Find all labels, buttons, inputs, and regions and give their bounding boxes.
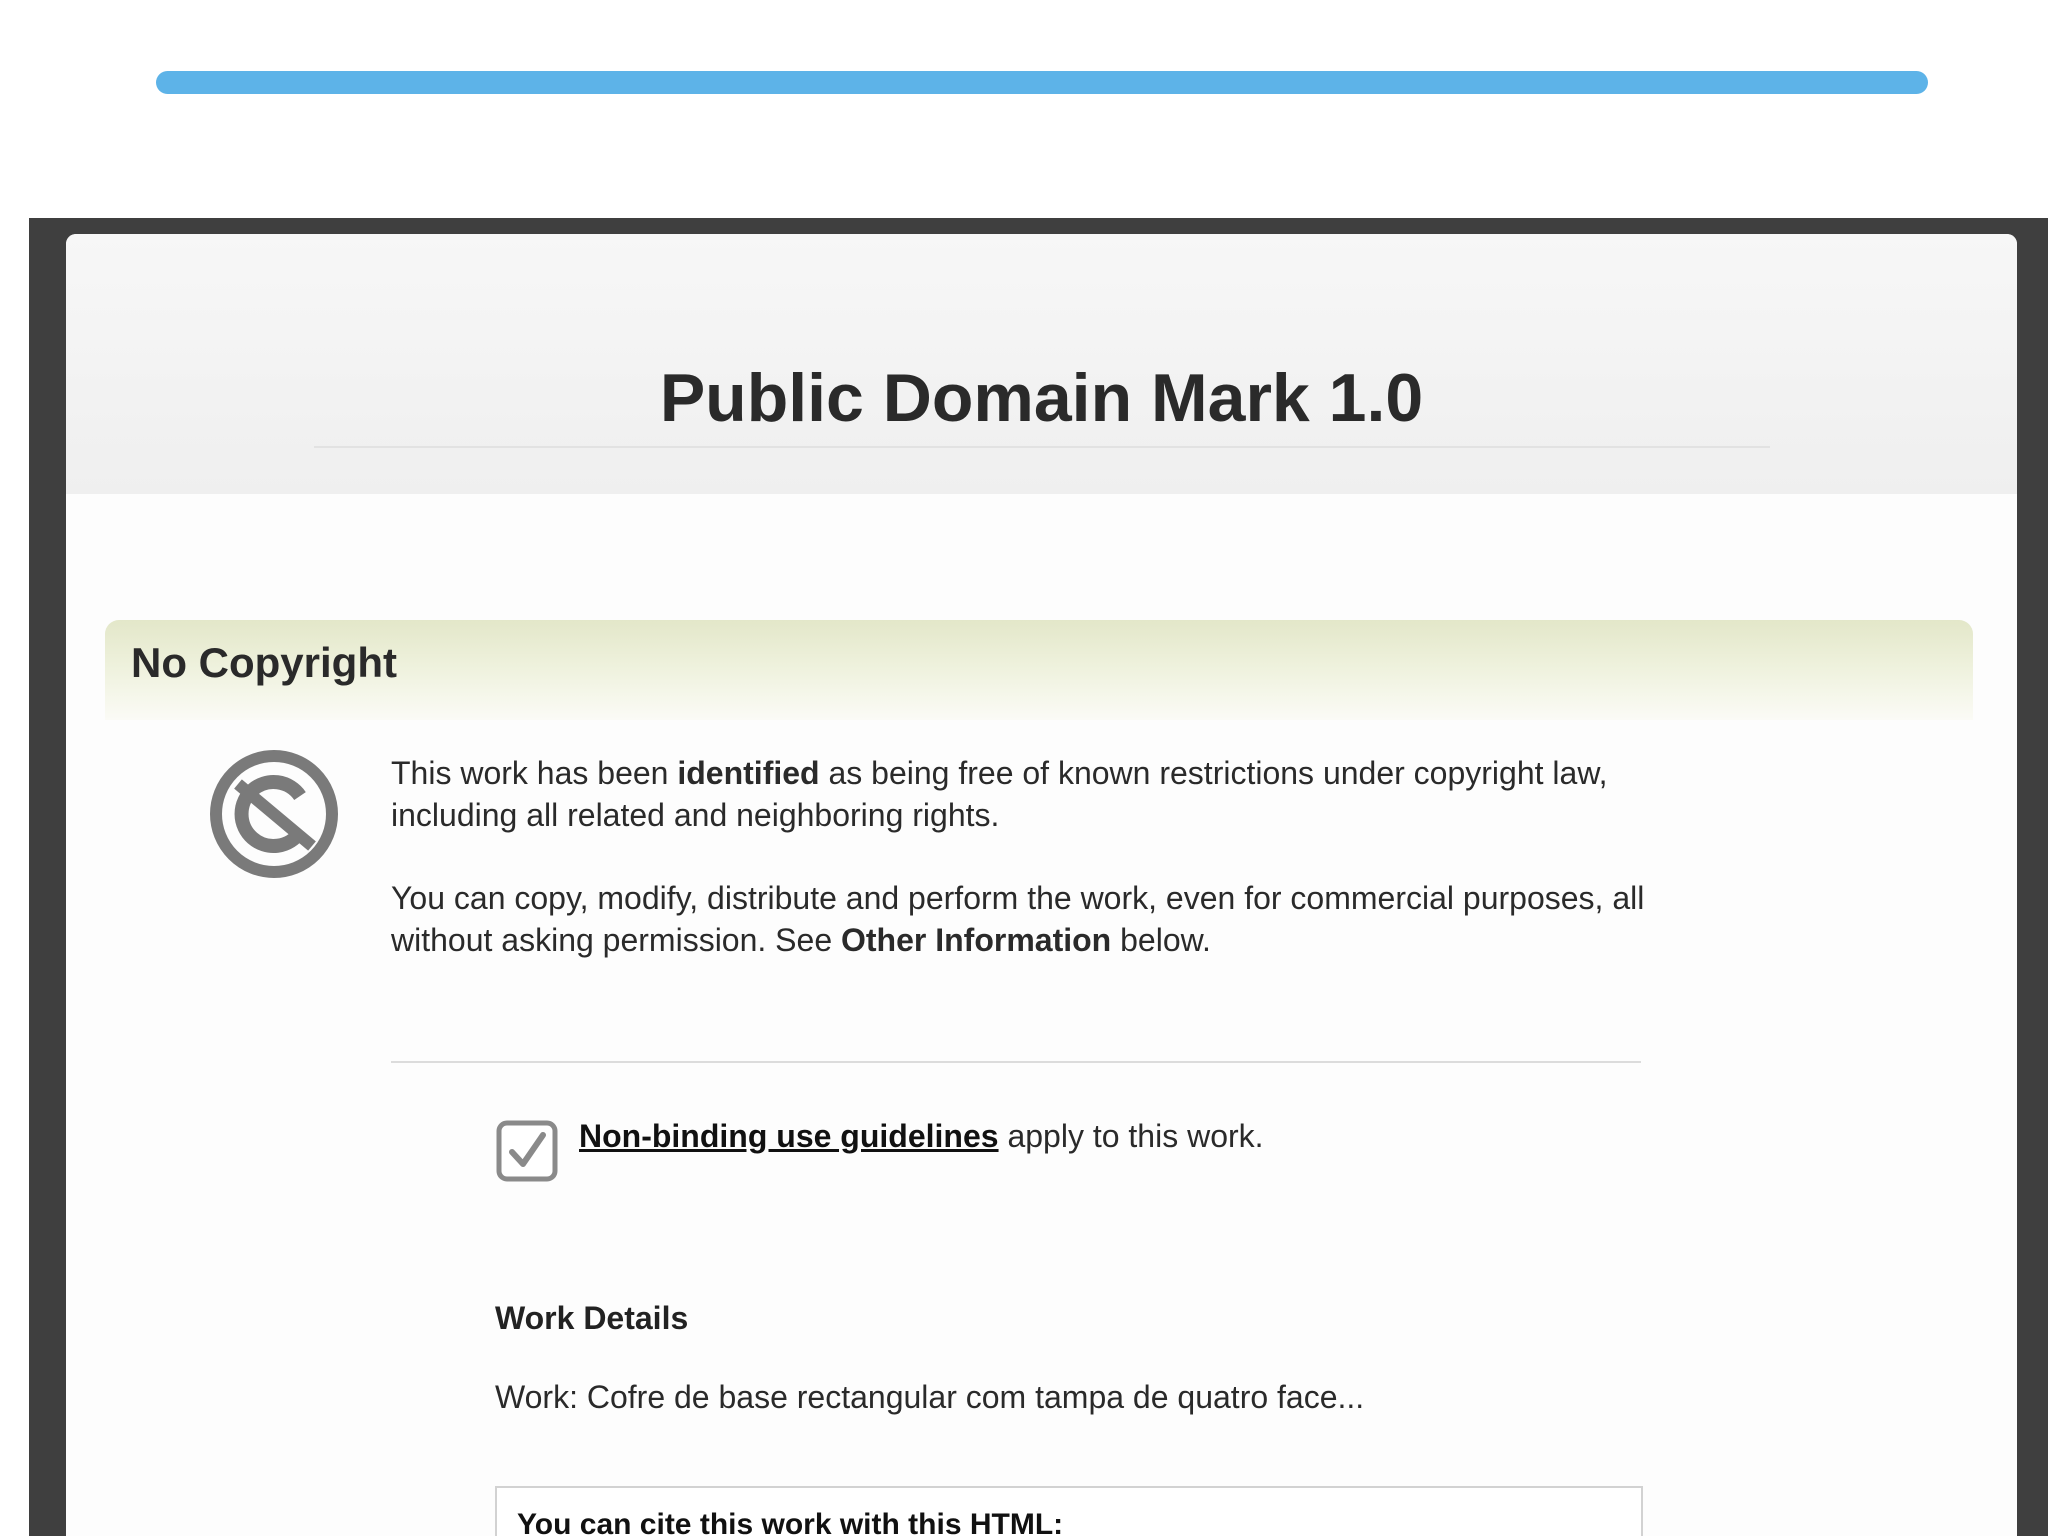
page-title: Public Domain Mark 1.0	[659, 360, 1424, 436]
page-header: Public Domain Mark 1.0	[66, 234, 2017, 494]
loading-progress-bar	[156, 71, 1928, 94]
public-domain-icon	[210, 750, 338, 878]
checkbox-checked-icon	[496, 1120, 558, 1182]
description-paragraph-2: You can copy, modify, distribute and per…	[391, 877, 1691, 961]
work-details-title: Work Details	[495, 1300, 689, 1336]
no-copyright-section-header: No Copyright	[105, 620, 1973, 720]
para2-text-end: below.	[1111, 922, 1211, 958]
para1-text: This work has been	[391, 755, 678, 791]
use-guidelines-link[interactable]: Non-binding use guidelines	[579, 1118, 999, 1154]
section-title: No Copyright	[131, 639, 397, 686]
work-title-line: Work: Cofre de base rectangular com tamp…	[495, 1379, 1365, 1415]
citation-box: You can cite this work with this HTML:	[495, 1486, 1643, 1536]
section-divider	[391, 1061, 1641, 1063]
description-paragraph-1: This work has been identified as being f…	[391, 752, 1691, 836]
section-description: This work has been identified as being f…	[391, 752, 1691, 1002]
para1-bold: identified	[677, 755, 820, 791]
title-divider	[314, 446, 1770, 448]
use-guidelines-line: Non-binding use guidelines apply to this…	[579, 1116, 1264, 1156]
use-guidelines-suffix: apply to this work.	[998, 1118, 1264, 1154]
para2-bold: Other Information	[841, 922, 1112, 958]
deed-page: Public Domain Mark 1.0 No Copyright This…	[66, 234, 2017, 1536]
citation-title: You can cite this work with this HTML:	[517, 1508, 1064, 1536]
